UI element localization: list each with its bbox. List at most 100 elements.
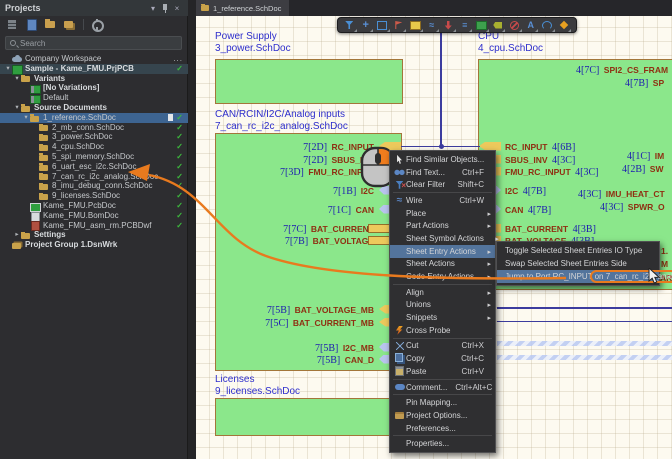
workspace-list-icon[interactable] — [7, 19, 19, 30]
active-bar-tool-bus[interactable] — [424, 19, 441, 32]
context-menu-item[interactable]: Paste Ctrl+V — [390, 365, 495, 378]
wire-bat-voltage-mb[interactable] — [497, 307, 672, 309]
context-menu-item[interactable]: Unions — [390, 299, 495, 312]
tree-item[interactable]: Default — [0, 93, 188, 103]
open-project-icon[interactable] — [45, 19, 57, 30]
sheet-entry-box[interactable] — [368, 236, 390, 245]
bus-can-d-dimmed[interactable] — [497, 355, 672, 360]
active-bar-tool-net-label[interactable] — [457, 19, 474, 32]
context-menu-item[interactable]: Sheet Actions — [390, 258, 495, 271]
tree-item[interactable]: [No Variations] — [0, 83, 188, 93]
active-bar-tool-parameter[interactable] — [556, 19, 573, 32]
expander-icon[interactable] — [13, 103, 21, 113]
sheet-symbol-power[interactable] — [215, 59, 403, 104]
active-bar-tool-move-cross[interactable] — [358, 19, 375, 32]
context-menu-item[interactable]: Find Text... Ctrl+F — [390, 166, 495, 179]
tree-item-label: Sample - Kame_FMU.PrjPCB — [25, 64, 134, 74]
sheet-entry-row[interactable]: SBUS_INV 4[3C] — [505, 154, 575, 164]
sheet-entry-row[interactable]: 7[1C] CAN — [328, 204, 374, 214]
context-menu-item[interactable]: Cross Probe — [390, 324, 495, 337]
context-menu-item[interactable]: Properties... — [390, 437, 495, 450]
sheet-entry-row[interactable]: FMU_RC_INPUT 4[3C] — [505, 166, 598, 176]
context-menu-item[interactable]: Preferences... — [390, 422, 495, 435]
context-menu-item[interactable]: Comment... Ctrl+Alt+C — [390, 381, 495, 394]
bus-i2c-mb-dimmed[interactable] — [497, 341, 672, 346]
panel-divider[interactable] — [188, 0, 196, 459]
submenu-item-jump-to-port[interactable]: Jump to Port RC_INPUT on 7_can_rc_i2c_an… — [497, 270, 659, 283]
context-menu-item[interactable]: Project Options... — [390, 409, 495, 422]
sheet-entry-row[interactable]: 7[7C] BAT_CURRENT — [283, 223, 374, 233]
context-menu-item[interactable]: Clear Filter Shift+C — [390, 178, 495, 191]
submenu-item-swap-side[interactable]: Swap Selected Sheet Entries Side — [497, 257, 659, 270]
tree-item[interactable]: 6_uart_esc_i2c.SchDoc — [0, 162, 188, 172]
tree-item[interactable]: Settings — [0, 230, 188, 240]
context-menu-item[interactable]: Copy Ctrl+C — [390, 352, 495, 365]
tree-item[interactable]: 3_power.SchDoc — [0, 132, 188, 142]
active-bar-tool-sheet-symbol[interactable] — [407, 19, 424, 32]
projects-group-icon[interactable] — [64, 19, 76, 30]
active-bar-tool-arc[interactable] — [539, 19, 556, 32]
context-menu-item[interactable]: Cut Ctrl+X — [390, 340, 495, 353]
expander-icon[interactable] — [13, 230, 21, 240]
context-menu-item[interactable]: Find Similar Objects... — [390, 153, 495, 166]
context-menu-item[interactable]: Code Entry Actions — [390, 270, 495, 283]
context-menu-item[interactable]: Snippets — [390, 311, 495, 324]
tree-item[interactable]: 5_spi_memory.SchDoc — [0, 152, 188, 162]
panel-close-icon[interactable]: × — [171, 2, 183, 14]
active-bar-tool-directive-flag[interactable] — [391, 19, 408, 32]
context-menu-item[interactable]: Sheet Symbol Actions — [390, 232, 495, 245]
tree-item[interactable]: Project Group 1.DsnWrk — [0, 240, 188, 250]
sheet-entry-row[interactable]: BAT_CURRENT 4[3B] — [505, 223, 596, 233]
tree-item[interactable]: Kame_FMU_asm_rm.PCBDwf — [0, 221, 188, 231]
tree-item[interactable]: 1_reference.SchDoc — [0, 113, 188, 123]
tree-item[interactable]: 4_cpu.SchDoc — [0, 142, 188, 152]
submenu-arrow-icon — [484, 221, 491, 230]
panel-pin-icon[interactable] — [159, 2, 171, 14]
sheet-entry-row[interactable]: RC_INPUT 4[6B] — [505, 141, 575, 151]
tree-item[interactable]: Variants — [0, 74, 188, 84]
tab-1-reference[interactable]: 1_reference.SchDoc — [196, 0, 289, 16]
tree-item[interactable]: Company Workspace ... — [0, 54, 188, 64]
tree-item[interactable]: 9_licenses.SchDoc — [0, 191, 188, 201]
wire-vertical[interactable] — [440, 18, 442, 147]
active-bar-tool-part[interactable] — [473, 19, 490, 32]
active-bar-tool-power-port[interactable] — [440, 19, 457, 32]
expander-icon[interactable] — [22, 113, 30, 123]
active-bar-tool-selection-rect[interactable] — [374, 19, 391, 32]
more-badge[interactable]: ... — [173, 54, 183, 64]
sheet-entry-row[interactable]: 7[7B] BAT_VOLTAGE — [285, 235, 374, 245]
menu-item-shortcut: Ctrl+X — [462, 341, 484, 350]
active-bar-tool-net-class-tag[interactable] — [490, 19, 507, 32]
tree-item[interactable]: Kame_FMU.PcbDoc — [0, 201, 188, 211]
tree-item[interactable]: 8_imu_debug_conn.SchDoc — [0, 181, 188, 191]
context-menu-item[interactable]: Wire Ctrl+W — [390, 194, 495, 207]
sheet-symbol-licenses[interactable] — [215, 398, 402, 436]
tree-item[interactable]: 7_can_rc_i2c_analog.SchDoc — [0, 172, 188, 182]
sheet-entry-row[interactable]: CAN 4[7B] — [505, 204, 551, 214]
tree-item[interactable]: Source Documents — [0, 103, 188, 113]
context-menu-item[interactable]: Pin Mapping... — [390, 396, 495, 409]
sheet-entry-row[interactable]: I2C 4[7B] — [505, 185, 546, 195]
expander-icon[interactable] — [13, 74, 21, 84]
panel-dropdown-icon[interactable]: ▾ — [147, 2, 159, 14]
open-document-icon[interactable] — [26, 19, 38, 30]
submenu-item-toggle-io-type[interactable]: Toggle Selected Sheet Entries IO Type — [497, 244, 659, 257]
sheet-entry-box[interactable] — [368, 224, 390, 233]
sheet-entry-row[interactable]: 7[5C] BAT_CURRENT_MB — [265, 317, 374, 327]
wire-bat-current-mb[interactable] — [497, 321, 672, 323]
context-menu-item[interactable]: Place — [390, 207, 495, 220]
tree-item[interactable]: 2_mb_conn.SchDoc — [0, 123, 188, 133]
search-input[interactable]: Search — [5, 36, 182, 50]
context-menu-item[interactable]: Sheet Entry Actions — [390, 245, 495, 258]
active-bar-tool-text[interactable] — [523, 19, 540, 32]
context-menu-item[interactable]: Align — [390, 286, 495, 299]
tree-item[interactable]: Kame_FMU.BomDoc — [0, 211, 188, 221]
expander-icon[interactable] — [4, 64, 12, 74]
active-bar-tool-filter[interactable] — [341, 19, 358, 32]
context-menu-item[interactable]: Part Actions — [390, 219, 495, 232]
tree-item[interactable]: Sample - Kame_FMU.PrjPCB — [0, 64, 188, 74]
active-bar-tool-no-erc[interactable] — [506, 19, 523, 32]
settings-gear-icon[interactable] — [91, 19, 103, 30]
sheet-entry-row[interactable]: 7[5B] CAN_D — [317, 354, 374, 364]
sheet-entry-row[interactable]: 7[5B] BAT_VOLTAGE_MB — [267, 304, 374, 314]
